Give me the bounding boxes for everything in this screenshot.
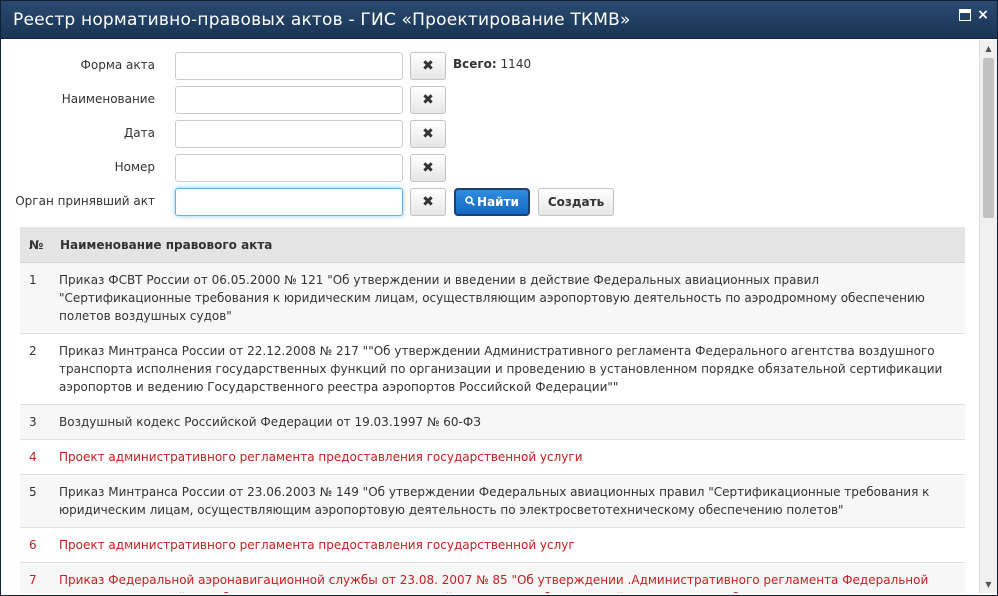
clear-number-button[interactable]: ✖ [410, 154, 446, 182]
total-count: Всего: 1140 [453, 57, 531, 71]
row-number: 6 [29, 538, 37, 552]
number-input[interactable] [175, 154, 403, 182]
clear-icon: ✖ [422, 160, 434, 176]
scroll-up-icon[interactable]: ▲ [980, 40, 997, 57]
row-act-name[interactable]: Проект административного регламента пред… [59, 528, 965, 562]
dialog-title: Реестр нормативно-правовых актов - ГИС «… [13, 10, 631, 30]
table-row[interactable]: 2 Приказ Минтранса России от 22.12.2008 … [20, 334, 965, 405]
name-label: Наименование [61, 92, 155, 106]
table-row[interactable]: 3 Воздушный кодекс Российской Федерации … [20, 405, 965, 440]
table-header: № Наименование правового акта [20, 227, 965, 263]
clear-date-button[interactable]: ✖ [410, 120, 446, 148]
create-button[interactable]: Создать [538, 188, 614, 216]
table-row[interactable]: 7 Приказ Федеральной аэронавигационной с… [20, 563, 965, 593]
scrollbar-thumb[interactable] [983, 58, 994, 218]
column-header-name[interactable]: Наименование правового акта [60, 238, 272, 252]
table-row[interactable]: 6 Проект административного регламента пр… [20, 528, 965, 563]
act-form-input[interactable] [175, 52, 403, 80]
maximize-icon[interactable] [959, 9, 971, 21]
table-row[interactable]: 5 Приказ Минтранса России от 23.06.2003 … [20, 475, 965, 528]
close-icon[interactable]: × [977, 8, 989, 22]
row-number: 5 [29, 485, 37, 499]
clear-act-form-button[interactable]: ✖ [410, 52, 446, 80]
row-number: 3 [29, 415, 37, 429]
table-row[interactable]: 1 Приказ ФСВТ России от 06.05.2000 № 121… [20, 263, 965, 334]
row-act-name[interactable]: Проект административного регламента пред… [59, 440, 965, 474]
scroll-down-icon[interactable]: ▼ [980, 576, 997, 593]
row-number: 1 [29, 273, 37, 287]
authority-label: Орган принявший акт [15, 194, 155, 208]
total-value: 1140 [500, 57, 532, 71]
find-label: Найти [477, 195, 519, 209]
row-number: 4 [29, 450, 37, 464]
dialog-content: Форма акта ✖ Всего: 1140 Наименование ✖ … [5, 40, 979, 593]
field-row-act-form: Форма акта ✖ [5, 52, 625, 80]
title-bar[interactable]: Реестр нормативно-правовых актов - ГИС «… [1, 1, 997, 39]
row-number: 2 [29, 344, 37, 358]
number-label: Номер [114, 160, 155, 174]
total-label: Всего: [453, 57, 497, 71]
field-row-date: Дата ✖ [5, 120, 625, 148]
field-row-name: Наименование ✖ [5, 86, 625, 114]
row-act-name[interactable]: Приказ ФСВТ России от 06.05.2000 № 121 "… [59, 263, 965, 333]
clear-icon: ✖ [422, 58, 434, 74]
clear-icon: ✖ [422, 92, 434, 108]
row-number: 7 [29, 573, 37, 587]
find-button[interactable]: Найти [454, 188, 530, 216]
registry-dialog: Реестр нормативно-правовых актов - ГИС «… [0, 0, 998, 596]
row-act-name[interactable]: Приказ Минтранса России от 23.06.2003 № … [59, 475, 965, 527]
clear-authority-button[interactable]: ✖ [410, 188, 446, 216]
authority-input[interactable] [175, 188, 403, 216]
field-row-number: Номер ✖ [5, 154, 625, 182]
clear-icon: ✖ [422, 194, 434, 210]
act-form-label: Форма акта [80, 58, 155, 72]
row-act-name[interactable]: Воздушный кодекс Российской Федерации от… [59, 405, 965, 439]
search-icon [465, 190, 475, 214]
date-input[interactable] [175, 120, 403, 148]
clear-icon: ✖ [422, 126, 434, 142]
date-label: Дата [123, 126, 155, 140]
vertical-scrollbar[interactable]: ▲ ▼ [979, 40, 997, 593]
row-act-name[interactable]: Приказ Федеральной аэронавигационной слу… [59, 563, 965, 593]
row-act-name[interactable]: Приказ Минтранса России от 22.12.2008 № … [59, 334, 965, 404]
field-row-authority: Орган принявший акт ✖ [5, 188, 625, 216]
table-row[interactable]: 4 Проект административного регламента пр… [20, 440, 965, 475]
clear-name-button[interactable]: ✖ [410, 86, 446, 114]
column-header-number[interactable]: № [29, 238, 43, 252]
acts-table: № Наименование правового акта 1 Приказ Ф… [20, 227, 965, 593]
name-input[interactable] [175, 86, 403, 114]
